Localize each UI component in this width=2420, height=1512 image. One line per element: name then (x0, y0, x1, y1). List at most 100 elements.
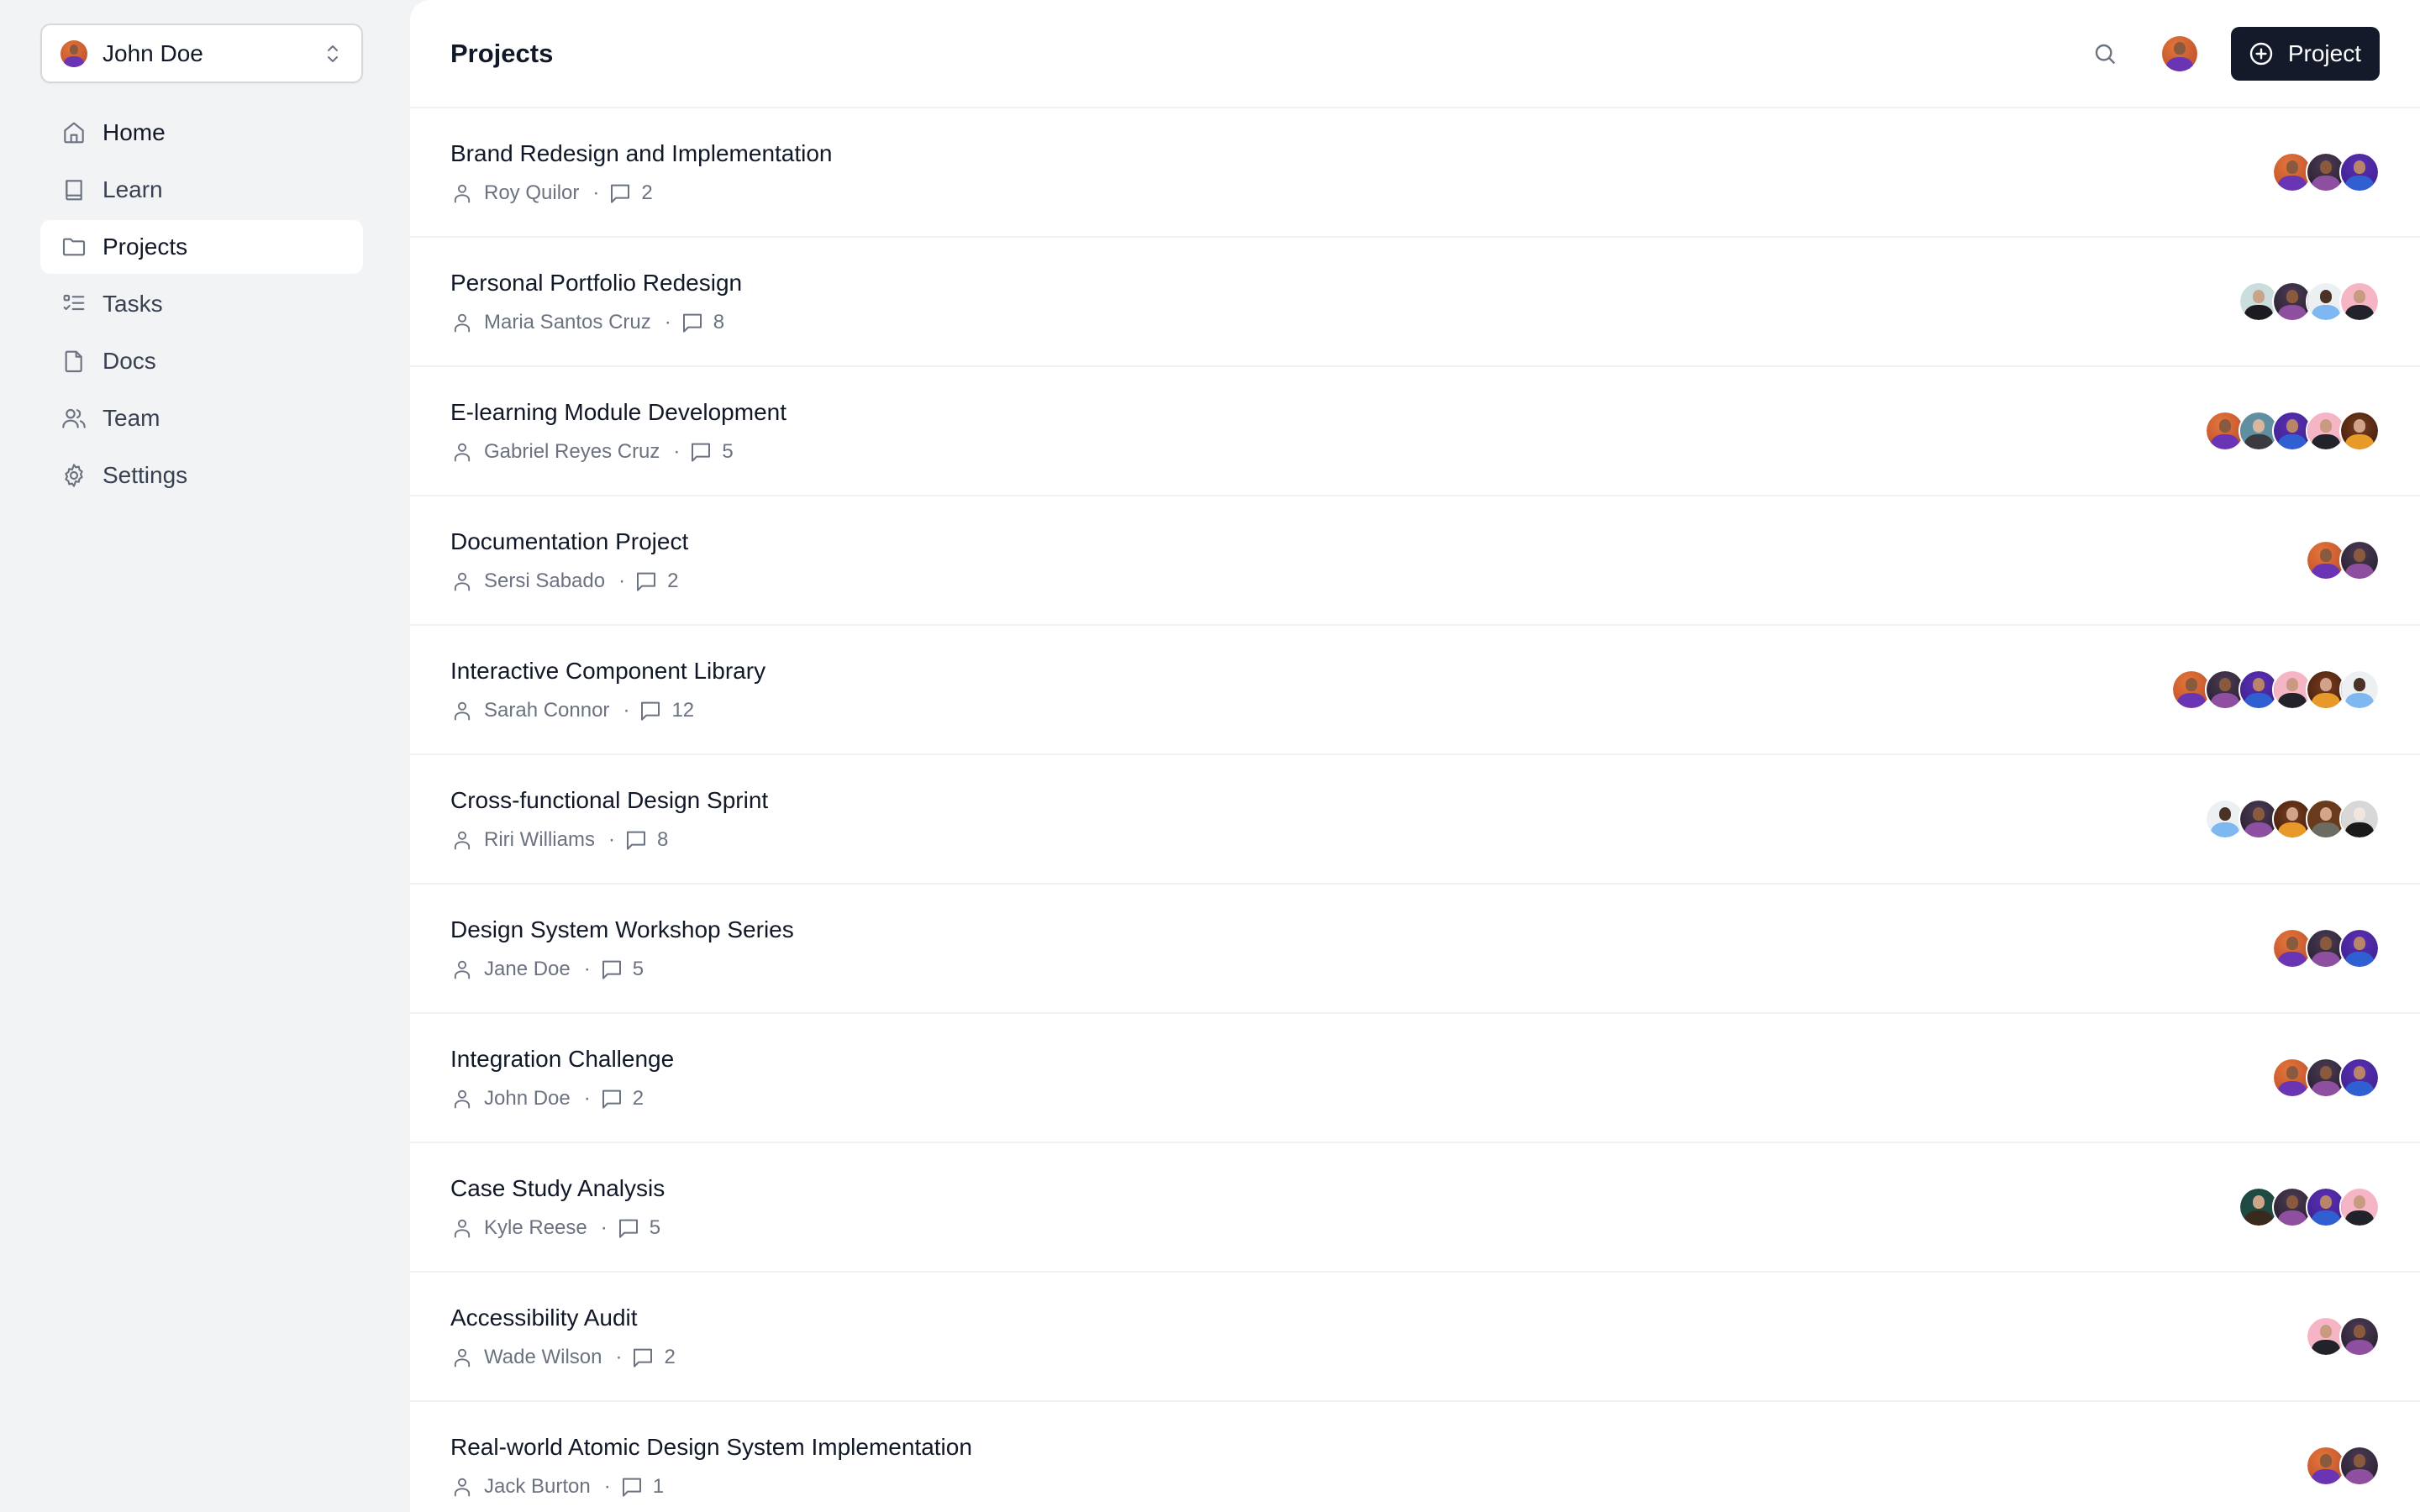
member-avatar[interactable] (2339, 1058, 2380, 1098)
project-row[interactable]: E-learning Module Development Gabriel Re… (410, 367, 2420, 496)
project-owner: Gabriel Reyes Cruz (484, 440, 660, 463)
project-meta: Gabriel Reyes Cruz · 5 (450, 439, 2205, 465)
sidebar-item-team[interactable]: Team (40, 391, 363, 445)
project-row[interactable]: Documentation Project Sersi Sabado · 2 (410, 496, 2420, 626)
comment-count: 2 (641, 181, 653, 204)
project-title: Real-world Atomic Design System Implemen… (450, 1434, 972, 1460)
sidebar-item-label: Tasks (103, 291, 163, 317)
checklist-icon (63, 294, 85, 311)
project-owner: Kyle Reese (484, 1216, 587, 1239)
project-owner: Jack Burton (484, 1475, 591, 1498)
sidebar-item-projects[interactable]: Projects (40, 220, 363, 274)
member-avatar[interactable] (2339, 799, 2380, 839)
project-title: Accessibility Audit (450, 1305, 638, 1331)
project-title: Interactive Component Library (450, 658, 766, 684)
sidebar-item-settings[interactable]: Settings (40, 449, 363, 502)
new-project-button[interactable]: Project (2230, 26, 2380, 81)
project-meta: Riri Williams · 8 (450, 827, 2205, 853)
search-button[interactable] (2085, 34, 2125, 74)
project-row[interactable]: Personal Portfolio Redesign Maria Santos… (410, 238, 2420, 367)
folder-icon (62, 238, 86, 256)
book-icon (66, 180, 82, 201)
sidebar-item-docs[interactable]: Docs (40, 334, 363, 388)
comment-icon (626, 831, 645, 850)
comment-count: 8 (656, 828, 669, 851)
member-avatar[interactable] (2339, 540, 2380, 580)
project-title: Case Study Analysis (450, 1175, 666, 1201)
project-info: Personal Portfolio Redesign Maria Santos… (450, 268, 2238, 335)
user-switcher[interactable]: John Doe (40, 24, 363, 83)
project-row[interactable]: Case Study Analysis Kyle Reese · 5 (410, 1143, 2420, 1273)
project-row[interactable]: Cross-functional Design Sprint Riri Will… (410, 755, 2420, 885)
project-info: Integration Challenge John Doe · 2 (450, 1044, 2272, 1111)
member-avatars (2306, 1316, 2380, 1357)
project-owner: Jane Doe (484, 958, 571, 980)
project-meta: Kyle Reese · 5 (450, 1215, 2238, 1241)
member-avatars (2272, 152, 2380, 192)
separator-dot: · (583, 958, 591, 980)
comment-icon (634, 1348, 653, 1368)
member-avatar[interactable] (2339, 1187, 2380, 1227)
member-avatar[interactable] (2339, 669, 2380, 710)
project-meta: Maria Santos Cruz · 8 (450, 310, 2238, 335)
current-user-avatar[interactable] (2161, 35, 2197, 71)
user-icon (454, 572, 471, 591)
sidebar-item-learn[interactable]: Learn (40, 163, 363, 217)
project-row[interactable]: Brand Redesign and Implementation Roy Qu… (410, 108, 2420, 238)
new-project-label: Project (2287, 39, 2361, 66)
comment-count: 5 (649, 1216, 661, 1239)
project-title: Brand Redesign and Implementation (450, 140, 833, 166)
member-avatar[interactable] (2339, 1316, 2380, 1357)
project-row[interactable]: Design System Workshop Series Jane Doe ·… (410, 885, 2420, 1014)
project-row[interactable]: Interactive Component Library Sarah Conn… (410, 626, 2420, 755)
member-avatar[interactable] (2339, 152, 2380, 192)
member-avatar[interactable] (2339, 928, 2380, 969)
search-icon (2095, 44, 2115, 64)
project-list: Brand Redesign and Implementation Roy Qu… (410, 108, 2420, 1512)
chevron-up-down-icon (328, 45, 338, 62)
project-title: Personal Portfolio Redesign (450, 270, 743, 296)
sidebar: John Doe Home Learn Projects Tasks Docs … (0, 0, 410, 1512)
project-row[interactable]: Accessibility Audit Wade Wilson · 2 (410, 1273, 2420, 1402)
member-avatar[interactable] (2339, 1446, 2380, 1486)
member-avatar[interactable] (2339, 411, 2380, 451)
project-title: E-learning Module Development (450, 399, 786, 425)
sidebar-item-tasks[interactable]: Tasks (40, 277, 363, 331)
project-info: Design System Workshop Series Jane Doe ·… (450, 915, 2272, 982)
project-info: Brand Redesign and Implementation Roy Qu… (450, 139, 2272, 206)
user-icon (454, 443, 471, 462)
project-info: Real-world Atomic Design System Implemen… (450, 1432, 2306, 1499)
page-title: Projects (450, 38, 554, 68)
project-owner: Roy Quilor (484, 181, 580, 204)
users-icon (62, 408, 86, 428)
main-panel: Projects Project Brand Redesign and Impl… (410, 0, 2420, 1512)
member-avatars (2238, 281, 2380, 322)
project-owner: Sarah Connor (484, 699, 610, 722)
comment-count: 5 (632, 958, 644, 980)
project-row[interactable]: Integration Challenge John Doe · 2 (410, 1014, 2420, 1143)
separator-dot: · (618, 570, 626, 592)
project-owner: Wade Wilson (484, 1346, 602, 1368)
separator-dot: · (664, 311, 671, 333)
comment-icon (641, 701, 660, 721)
sidebar-item-label: Projects (103, 234, 188, 260)
project-row[interactable]: Real-world Atomic Design System Implemen… (410, 1402, 2420, 1512)
comment-icon (692, 443, 711, 462)
project-owner: Sersi Sabado (484, 570, 606, 592)
project-owner: Riri Williams (484, 828, 595, 851)
member-avatar[interactable] (2339, 281, 2380, 322)
sidebar-item-home[interactable]: Home (40, 106, 363, 160)
comment-icon (618, 1219, 638, 1238)
member-avatars (2272, 928, 2380, 969)
project-owner: Maria Santos Cruz (484, 311, 651, 333)
document-icon (65, 350, 82, 373)
project-meta: Jane Doe · 5 (450, 957, 2272, 982)
comment-icon (682, 313, 702, 333)
sidebar-item-label: Team (103, 405, 160, 431)
comment-icon (602, 1089, 621, 1109)
sidebar-item-label: Docs (103, 348, 156, 374)
separator-dot: · (600, 1216, 608, 1239)
project-info: Case Study Analysis Kyle Reese · 5 (450, 1173, 2238, 1241)
project-info: Cross-functional Design Sprint Riri Will… (450, 785, 2205, 853)
separator-dot: · (673, 440, 681, 463)
